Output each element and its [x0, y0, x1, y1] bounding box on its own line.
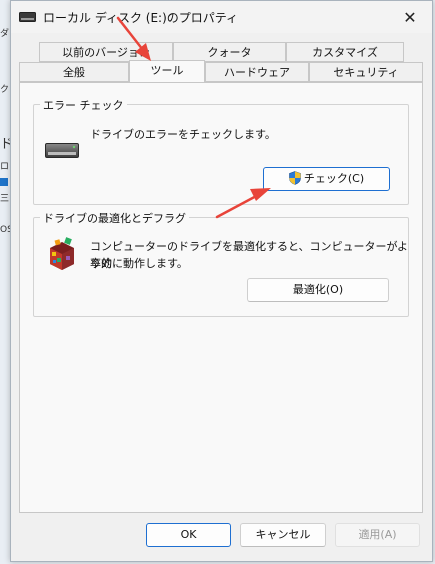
ok-button-label: OK — [180, 528, 197, 541]
tab-security[interactable]: セキュリティ — [309, 62, 423, 82]
ok-button[interactable]: OK — [146, 523, 231, 547]
background-text: ロ — [0, 162, 10, 172]
apply-button[interactable]: 適用(A) — [335, 523, 420, 547]
tab-previous-versions[interactable]: 以前のバージョン — [39, 42, 173, 62]
background-highlight — [0, 178, 8, 186]
background-text: 三 — [0, 194, 10, 204]
tab-label: セキュリティ — [333, 66, 399, 79]
optimize-group: ドライブの最適化とデフラグ コンピューターのドライブを最適化すると、コンピュータ… — [33, 210, 409, 317]
close-button[interactable]: ✕ — [388, 1, 432, 33]
background-text: OS — [0, 225, 10, 235]
tab-quota[interactable]: クォータ — [173, 42, 286, 62]
background-text: ク — [0, 85, 10, 95]
uac-shield-icon — [289, 171, 301, 185]
tab-customize[interactable]: カスタマイズ — [286, 42, 404, 62]
tab-label: クォータ — [207, 46, 252, 59]
drive-icon — [19, 12, 36, 22]
error-check-group: エラー チェック ドライブのエラーをチェックします。 チェック(C) — [33, 97, 409, 205]
properties-dialog: ローカル ディスク (E:)のプロパティ ✕ 以前のバージョン クォータ カスタ… — [10, 0, 433, 562]
cancel-button[interactable]: キャンセル — [240, 523, 326, 547]
check-button-label: チェック(C) — [303, 172, 365, 185]
check-button[interactable]: チェック(C) — [263, 167, 390, 191]
hard-drive-icon — [45, 143, 79, 158]
tab-general[interactable]: 全般 — [19, 62, 129, 82]
background-text: ダ — [0, 29, 10, 39]
defrag-icon — [50, 237, 74, 270]
tab-label: ツール — [150, 64, 184, 77]
error-check-description: ドライブのエラーをチェックします。 — [90, 128, 276, 141]
tools-tab-panel: エラー チェック ドライブのエラーをチェックします。 チェック(C) ドライブの… — [19, 82, 423, 513]
optimize-button-label: 最適化(O) — [292, 283, 344, 296]
tab-hardware[interactable]: ハードウェア — [205, 62, 309, 82]
background-window-edge: ダ ク ド ロ 三 OS — [0, 0, 10, 564]
background-text: ド — [0, 137, 10, 152]
tab-label: ハードウェア — [224, 66, 290, 79]
title-bar[interactable]: ローカル ディスク (E:)のプロパティ ✕ — [11, 1, 432, 33]
error-check-heading: エラー チェック — [40, 97, 127, 113]
tab-label: カスタマイズ — [312, 46, 378, 59]
cancel-button-label: キャンセル — [255, 528, 311, 541]
close-icon: ✕ — [403, 7, 417, 27]
tab-tools[interactable]: ツール — [129, 60, 205, 82]
tab-label: 全般 — [63, 66, 85, 79]
tab-label: 以前のバージョン — [62, 46, 150, 59]
apply-button-label: 適用(A) — [358, 528, 397, 541]
optimize-button[interactable]: 最適化(O) — [247, 278, 389, 302]
window-title: ローカル ディスク (E:)のプロパティ — [43, 11, 239, 25]
optimize-heading: ドライブの最適化とデフラグ — [40, 210, 189, 226]
optimize-description-line2: 率的に動作します。 — [90, 257, 188, 270]
